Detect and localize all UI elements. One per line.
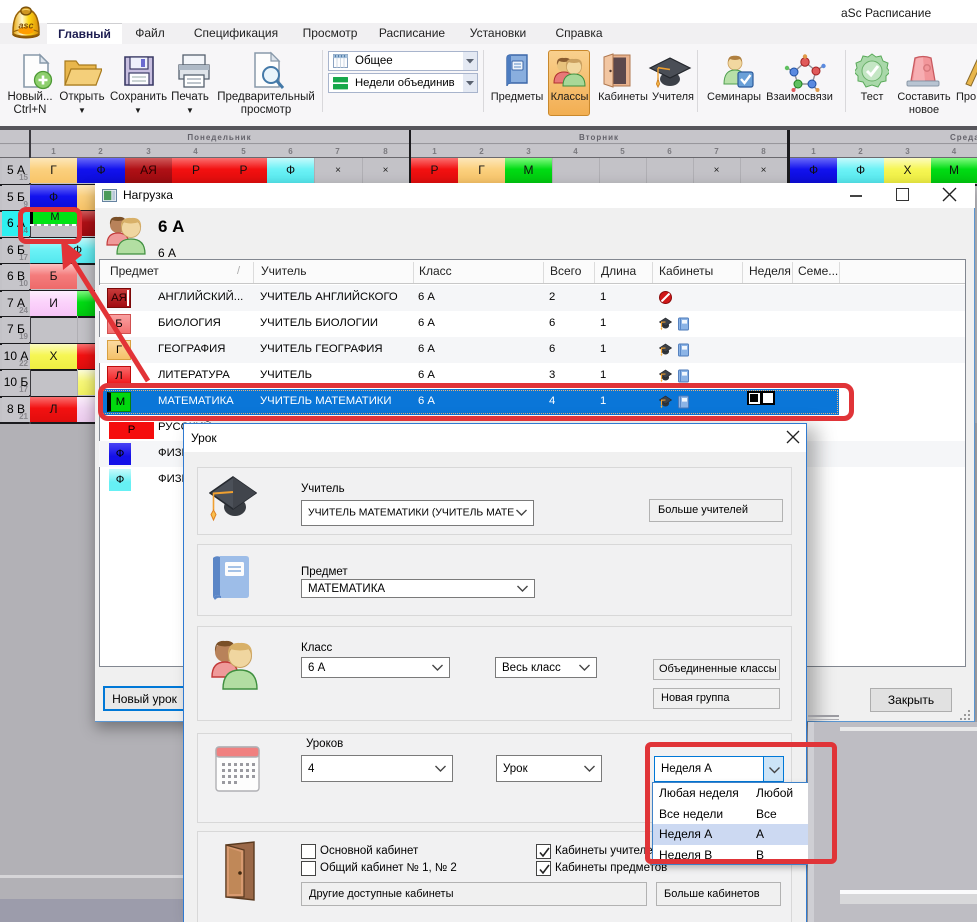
svg-text:asc: asc: [18, 21, 33, 31]
